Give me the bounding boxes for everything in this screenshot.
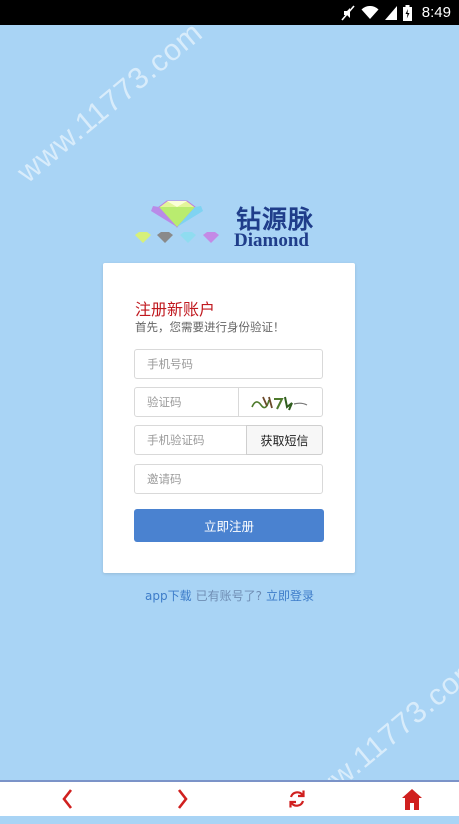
home-button[interactable] — [392, 788, 432, 818]
mute-icon — [341, 4, 355, 21]
app-logo: 钻源脉 Diamond — [133, 197, 323, 253]
sms-code-input[interactable] — [135, 426, 239, 454]
sms-code-field: 获取短信 — [134, 425, 323, 455]
status-bar: 8:49 — [0, 0, 459, 25]
invite-code-field — [134, 464, 323, 494]
form-title: 注册新账户 — [135, 300, 216, 319]
battery-icon — [402, 4, 412, 21]
watermark: www.11773.com — [11, 15, 210, 190]
have-account-text: 已有账号了? — [195, 589, 262, 603]
phone-input[interactable] — [135, 350, 322, 378]
captcha-image[interactable] — [238, 388, 322, 416]
logo-english-name: Diamond — [234, 230, 309, 251]
get-sms-button[interactable]: 获取短信 — [246, 425, 323, 455]
invite-code-input[interactable] — [135, 465, 322, 493]
forward-button[interactable] — [162, 788, 202, 818]
bottom-nav — [0, 780, 459, 816]
back-button[interactable] — [48, 788, 88, 818]
app-download-link[interactable]: app下载 — [145, 589, 192, 603]
login-link[interactable]: 立即登录 — [266, 589, 314, 603]
wifi-icon — [361, 5, 379, 20]
phone-field — [134, 349, 323, 379]
back-icon — [62, 789, 73, 809]
captcha-input[interactable] — [135, 388, 239, 416]
status-icons: 8:49 — [341, 0, 451, 25]
footer-links: app下载 已有账号了? 立即登录 — [0, 587, 459, 604]
register-card: 注册新账户 首先，您需要进行身份验证！ 获取短信 立即注册 — [103, 263, 355, 573]
home-icon — [402, 789, 422, 810]
refresh-icon — [289, 790, 305, 808]
signal-icon — [384, 5, 397, 20]
register-button[interactable]: 立即注册 — [134, 509, 324, 542]
diamond-logo-icon — [135, 200, 219, 243]
refresh-button[interactable] — [277, 788, 317, 818]
captcha-field — [134, 387, 323, 417]
status-time: 8:49 — [421, 4, 451, 21]
forward-icon — [177, 789, 188, 809]
form-subtitle: 首先，您需要进行身份验证！ — [135, 320, 285, 334]
